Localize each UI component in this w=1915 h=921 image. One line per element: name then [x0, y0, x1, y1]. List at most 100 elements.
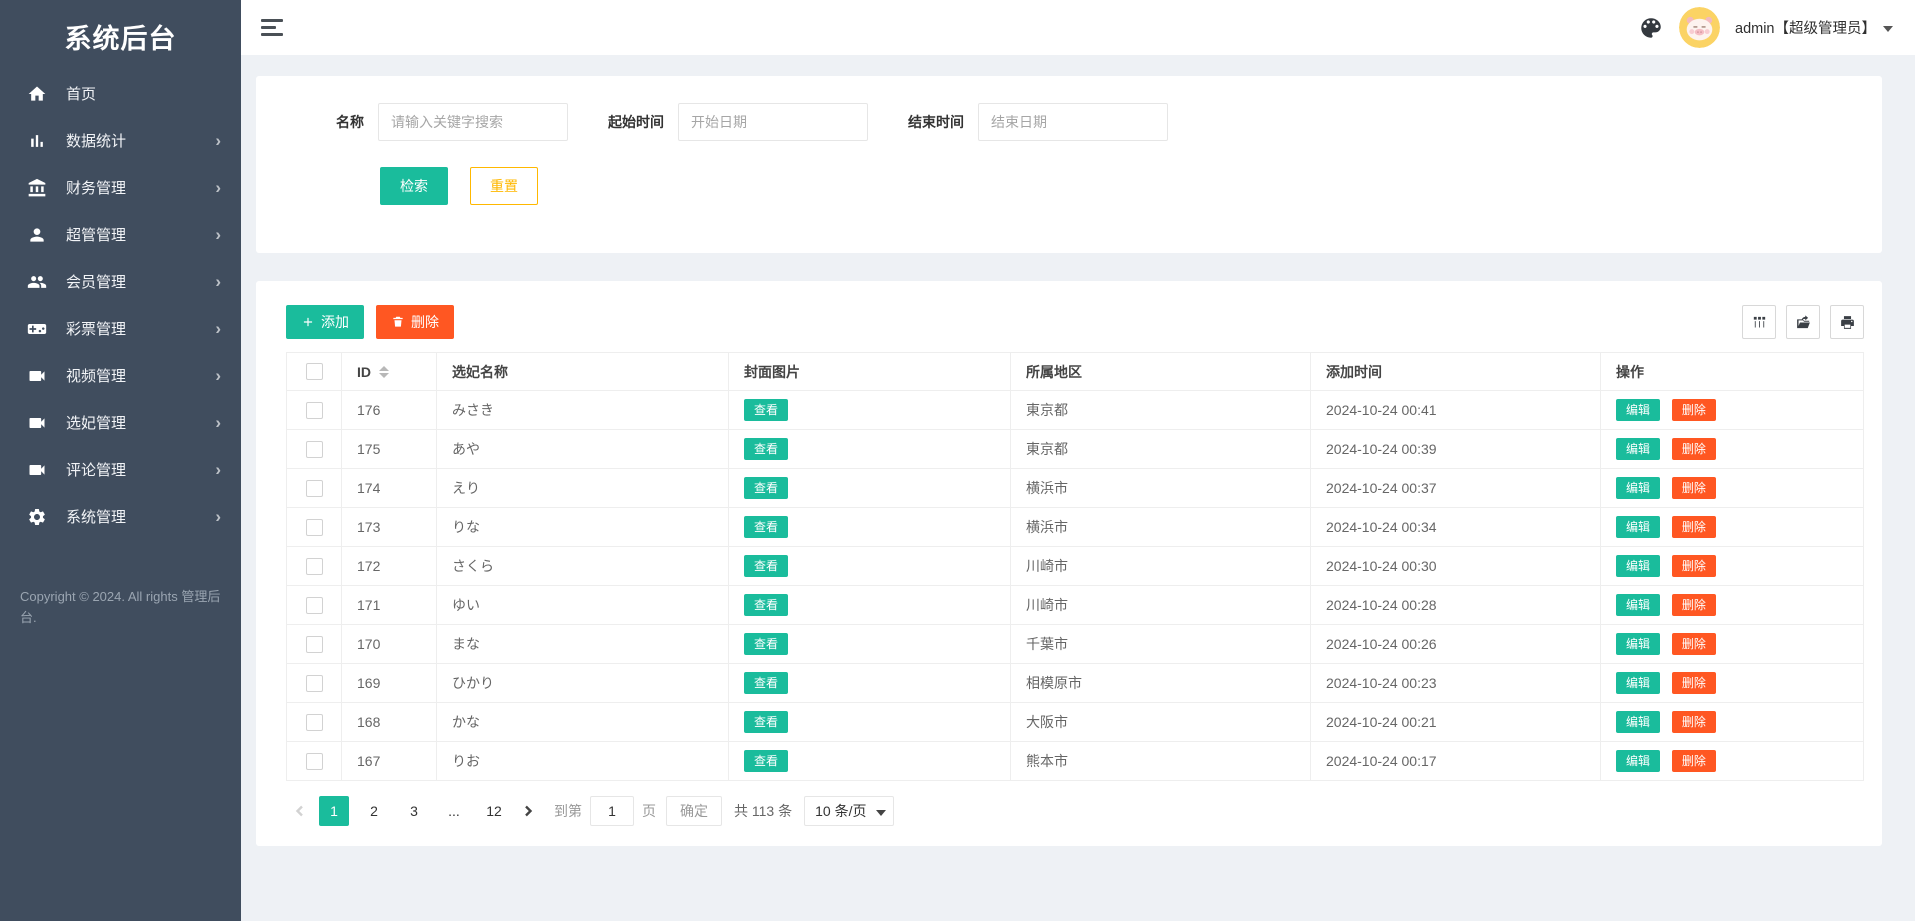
- sidebar-menu-item[interactable]: 数据统计 ›: [0, 117, 241, 164]
- view-cover-button[interactable]: 查看: [744, 750, 789, 772]
- edit-button[interactable]: 编辑: [1616, 438, 1661, 460]
- row-checkbox[interactable]: [305, 557, 323, 575]
- sidebar-menu-item[interactable]: 首页: [0, 70, 241, 117]
- view-cover-button[interactable]: 查看: [744, 399, 789, 421]
- sidebar-menu-item[interactable]: 会员管理 ›: [0, 258, 241, 305]
- search-button[interactable]: 检索: [380, 167, 448, 205]
- sidebar-menu-item[interactable]: 系统管理 ›: [0, 493, 241, 540]
- page-number[interactable]: 2: [359, 796, 389, 826]
- row-checkbox[interactable]: [305, 674, 323, 692]
- row-checkbox[interactable]: [305, 518, 323, 536]
- sidebar-item-label: 财务管理: [66, 180, 127, 197]
- cell-id: 171: [341, 585, 437, 625]
- sidebar-menu-item[interactable]: 视频管理 ›: [0, 352, 241, 399]
- sidebar-menu-item[interactable]: 财务管理 ›: [0, 164, 241, 211]
- view-cover-button[interactable]: 查看: [744, 555, 789, 577]
- row-checkbox[interactable]: [305, 713, 323, 731]
- delete-button[interactable]: 删除: [1671, 633, 1716, 655]
- sidebar-menu-item[interactable]: 超管管理 ›: [0, 211, 241, 258]
- edit-button[interactable]: 编辑: [1616, 594, 1661, 616]
- sidebar-menu-item[interactable]: 选妃管理 ›: [0, 399, 241, 446]
- page-number[interactable]: 3: [399, 796, 429, 826]
- column-header-cover: 封面图片: [728, 352, 1011, 391]
- delete-button[interactable]: 删除: [1671, 750, 1716, 772]
- keyword-input[interactable]: [378, 103, 568, 141]
- edit-button[interactable]: 编辑: [1616, 750, 1661, 772]
- delete-button[interactable]: 删除: [1671, 555, 1716, 577]
- delete-button[interactable]: 删除: [1671, 594, 1716, 616]
- view-cover-button[interactable]: 查看: [744, 516, 789, 538]
- sidebar-item-label: 选妃管理: [66, 415, 127, 432]
- page-number[interactable]: 12: [479, 796, 509, 826]
- delete-button[interactable]: 删除: [1671, 438, 1716, 460]
- end-date-input[interactable]: [978, 103, 1168, 141]
- row-checkbox[interactable]: [305, 596, 323, 614]
- view-cover-button[interactable]: 查看: [744, 633, 789, 655]
- filter-columns-button[interactable]: [1742, 305, 1776, 339]
- cell-region: 熊本市: [1010, 741, 1311, 781]
- export-icon: [1795, 314, 1812, 331]
- delete-button[interactable]: 删除: [1671, 399, 1716, 421]
- theme-palette-icon[interactable]: [1638, 15, 1664, 41]
- table-row: 170 まな 查看 千葉市 2024-10-24 00:26 编辑 删除: [286, 624, 1864, 664]
- row-checkbox[interactable]: [305, 479, 323, 497]
- page-unit-label: 页: [642, 803, 656, 819]
- row-checkbox[interactable]: [305, 752, 323, 770]
- goto-page-input[interactable]: [590, 796, 634, 826]
- cell-time: 2024-10-24 00:30: [1310, 546, 1601, 586]
- edit-button[interactable]: 编辑: [1616, 477, 1661, 499]
- delete-button[interactable]: 删除: [1671, 672, 1716, 694]
- page-number[interactable]: ...: [439, 796, 469, 826]
- user-menu[interactable]: admin【超级管理员】: [1735, 17, 1893, 38]
- sidebar-menu-item[interactable]: 彩票管理 ›: [0, 305, 241, 352]
- edit-button[interactable]: 编辑: [1616, 672, 1661, 694]
- edit-button[interactable]: 编辑: [1616, 516, 1661, 538]
- per-page-select[interactable]: 10 条/页: [804, 796, 895, 826]
- sidebar-menu-item[interactable]: 评论管理 ›: [0, 446, 241, 493]
- table-row: 172 さくら 查看 川崎市 2024-10-24 00:30 编辑 删除: [286, 546, 1864, 586]
- cell-id: 174: [341, 468, 437, 508]
- edit-button[interactable]: 编辑: [1616, 555, 1661, 577]
- column-header-actions: 操作: [1600, 352, 1864, 391]
- start-date-input[interactable]: [678, 103, 868, 141]
- cell-name: かな: [436, 702, 729, 742]
- cell-name: さくら: [436, 546, 729, 586]
- next-page-button[interactable]: [514, 796, 542, 826]
- delete-button[interactable]: 删除: [1671, 711, 1716, 733]
- view-cover-button[interactable]: 查看: [744, 477, 789, 499]
- avatar[interactable]: [1679, 7, 1720, 48]
- menu-toggle-icon[interactable]: [261, 19, 287, 36]
- page-number[interactable]: 1: [319, 796, 349, 826]
- sort-icon[interactable]: [379, 365, 389, 378]
- edit-button[interactable]: 编辑: [1616, 711, 1661, 733]
- gear-icon: [27, 507, 47, 527]
- delete-button[interactable]: 删除: [1671, 477, 1716, 499]
- export-button[interactable]: [1786, 305, 1820, 339]
- batch-delete-button[interactable]: 删除: [376, 305, 454, 339]
- view-cover-button[interactable]: 查看: [744, 438, 789, 460]
- name-label: 名称: [336, 114, 364, 130]
- prev-page-button[interactable]: [286, 796, 314, 826]
- cell-time: 2024-10-24 00:28: [1310, 585, 1601, 625]
- reset-button[interactable]: 重置: [470, 167, 538, 205]
- delete-button[interactable]: 删除: [1671, 516, 1716, 538]
- row-checkbox[interactable]: [305, 440, 323, 458]
- cell-region: 相模原市: [1010, 663, 1311, 703]
- print-icon: [1839, 314, 1856, 331]
- table-row: 176 みさき 查看 東京都 2024-10-24 00:41 编辑 删除: [286, 390, 1864, 430]
- row-checkbox[interactable]: [305, 401, 323, 419]
- add-button[interactable]: 添加: [286, 305, 364, 339]
- select-all-checkbox[interactable]: [305, 363, 323, 381]
- view-cover-button[interactable]: 查看: [744, 711, 789, 733]
- confirm-page-button[interactable]: 确定: [666, 796, 722, 826]
- sidebar-item-label: 视频管理: [66, 368, 127, 385]
- view-cover-button[interactable]: 查看: [744, 672, 789, 694]
- column-header-region: 所属地区: [1010, 352, 1311, 391]
- print-button[interactable]: [1830, 305, 1864, 339]
- edit-button[interactable]: 编辑: [1616, 633, 1661, 655]
- table-panel: 添加 删除 ID 选妃名称 封面图片 所属地区 添加时间 操作 176 みさき …: [256, 281, 1882, 846]
- row-checkbox[interactable]: [305, 635, 323, 653]
- view-cover-button[interactable]: 查看: [744, 594, 789, 616]
- edit-button[interactable]: 编辑: [1616, 399, 1661, 421]
- table-row: 171 ゆい 查看 川崎市 2024-10-24 00:28 编辑 删除: [286, 585, 1864, 625]
